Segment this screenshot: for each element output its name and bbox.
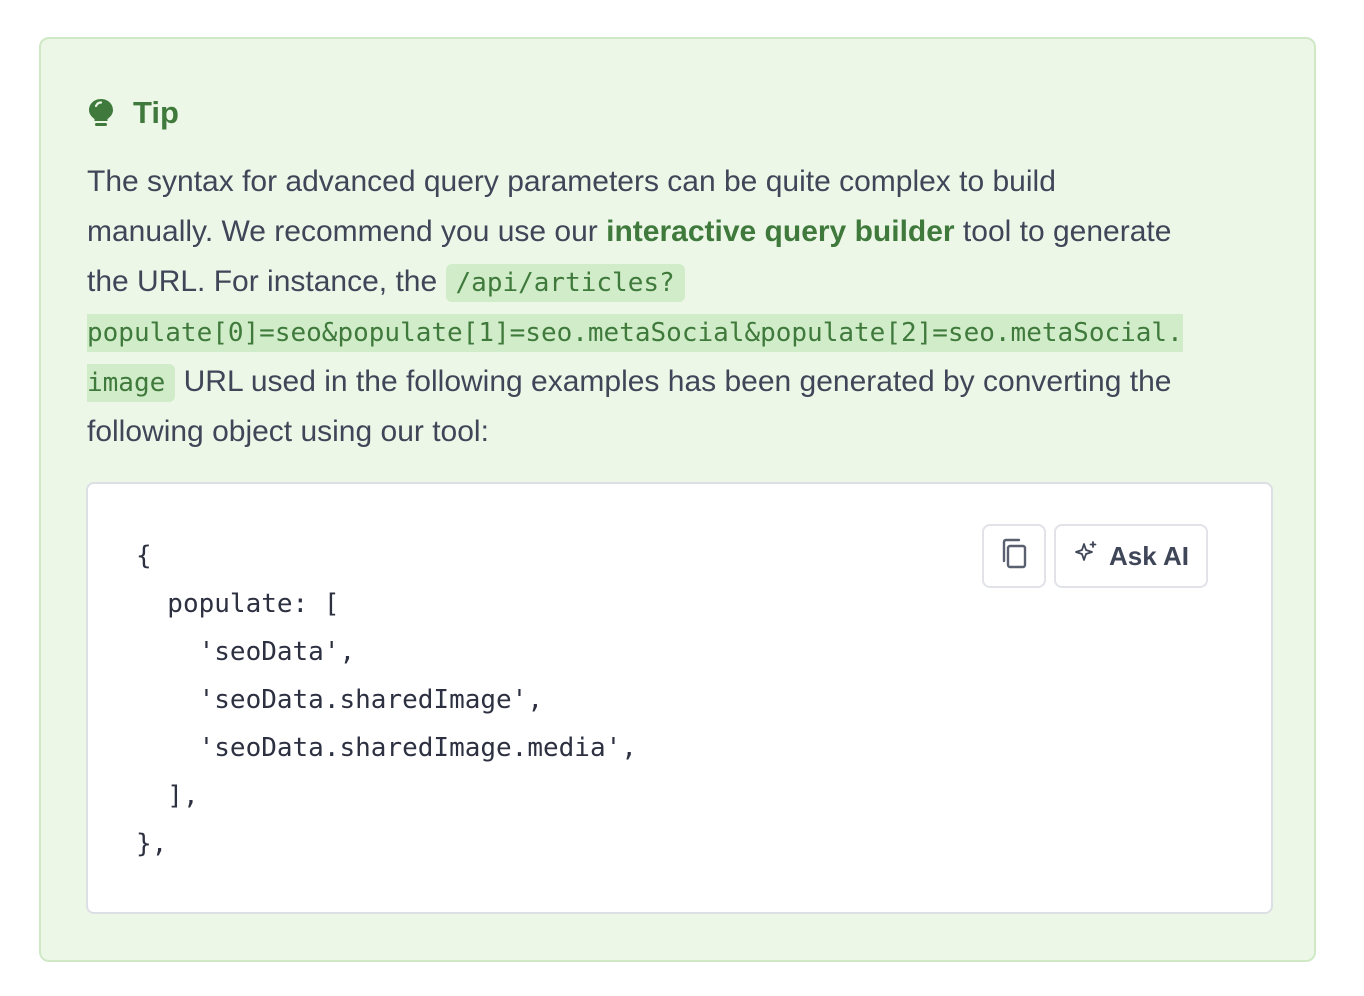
tip-text-line: image URL used in the following examples…: [87, 357, 1277, 407]
inline-code-url: populate[0]=seo&populate[1]=seo.metaSoci…: [87, 314, 1183, 352]
ask-ai-label: Ask AI: [1109, 540, 1189, 571]
tip-text-line: following object using our tool:: [87, 415, 489, 448]
tip-title: Tip: [133, 95, 179, 130]
inline-code-url: image: [87, 364, 176, 402]
code-block: { populate: [ 'seoData', 'seoData.shared…: [86, 482, 1273, 914]
ask-ai-button[interactable]: Ask AI: [1054, 524, 1208, 588]
copy-button[interactable]: [982, 524, 1046, 588]
query-builder-link[interactable]: interactive query builder: [606, 215, 954, 248]
sparkle-icon: [1073, 540, 1109, 573]
code-content[interactable]: { populate: [ 'seoData', 'seoData.shared…: [136, 532, 637, 868]
inline-code-url: /api/articles?: [445, 264, 685, 302]
tip-text-line: manually. We recommend you use our inter…: [87, 215, 1172, 248]
tip-text-line: populate[0]=seo&populate[1]=seo.metaSoci…: [87, 307, 1277, 357]
lightbulb-icon: [87, 98, 115, 128]
tip-body: The syntax for advanced query parameters…: [87, 157, 1277, 457]
tip-header: Tip: [87, 95, 179, 131]
tip-callout: Tip The syntax for advanced query parame…: [39, 37, 1316, 962]
tip-text-line: The syntax for advanced query parameters…: [87, 165, 1056, 198]
copy-icon: [999, 537, 1029, 576]
tip-text-line: the URL. For instance, the /api/articles…: [87, 257, 1277, 307]
